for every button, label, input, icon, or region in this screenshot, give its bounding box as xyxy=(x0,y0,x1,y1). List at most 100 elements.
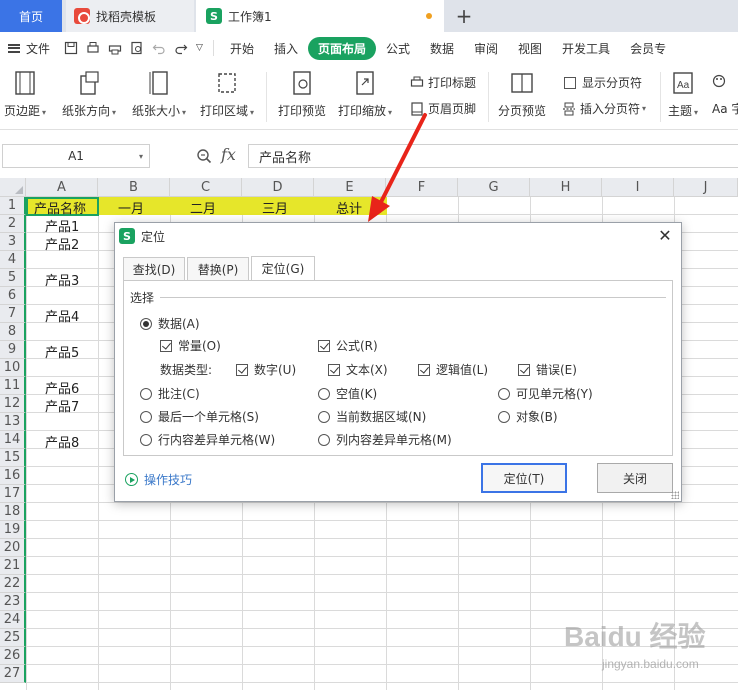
option-comments[interactable]: 批注(C) xyxy=(140,385,200,402)
row-header-10[interactable]: 10 xyxy=(0,359,26,377)
row-header-3[interactable]: 3 xyxy=(0,233,26,251)
row-header-21[interactable]: 21 xyxy=(0,557,26,575)
show-page-breaks-checkbox[interactable]: 显示分页符 xyxy=(564,74,642,91)
option-column-differences[interactable]: 列内容差异单元格(M) xyxy=(318,431,452,448)
row-header-7[interactable]: 7 xyxy=(0,305,26,323)
check-constants[interactable] xyxy=(160,339,172,352)
print-area-button[interactable]: 打印区域 ▾ xyxy=(200,70,254,119)
column-header-a[interactable]: A xyxy=(26,178,98,197)
row-header-17[interactable]: 17 xyxy=(0,485,26,503)
check-formulas[interactable] xyxy=(318,339,330,352)
option-constants[interactable]: 常量(O) xyxy=(160,337,221,354)
row-header-4[interactable]: 4 xyxy=(0,251,26,269)
page-size-button[interactable]: 纸张大小 ▾ xyxy=(132,70,186,119)
show-page-breaks-check[interactable] xyxy=(564,76,576,89)
check-logical[interactable] xyxy=(418,363,430,376)
row-header-22[interactable]: 22 xyxy=(0,575,26,593)
row-header-14[interactable]: 14 xyxy=(0,431,26,449)
option-visible-cells[interactable]: 可见单元格(Y) xyxy=(498,385,593,402)
orientation-button[interactable]: 纸张方向 ▾ xyxy=(62,70,116,119)
page-break-preview-button[interactable]: 分页预览 xyxy=(498,70,546,119)
print-preview-icon[interactable] xyxy=(130,41,144,55)
column-header-i[interactable]: I xyxy=(602,178,674,197)
colors-button[interactable] xyxy=(712,74,730,88)
tab-replace[interactable]: 替换(P) xyxy=(187,257,249,281)
save-icon[interactable] xyxy=(64,41,78,55)
tips-link[interactable]: 操作技巧 xyxy=(125,471,192,488)
option-current-region[interactable]: 当前数据区域(N) xyxy=(318,408,426,425)
row-header-15[interactable]: 15 xyxy=(0,449,26,467)
radio-current-region[interactable] xyxy=(318,410,330,423)
option-row-differences[interactable]: 行内容差异单元格(W) xyxy=(140,431,275,448)
row-header-20[interactable]: 20 xyxy=(0,539,26,557)
theme-button[interactable]: Aa 主题 ▾ xyxy=(668,70,698,119)
radio-objects[interactable] xyxy=(498,410,510,423)
option-blanks[interactable]: 空值(K) xyxy=(318,385,377,402)
name-box-dropdown-icon[interactable]: ▾ xyxy=(139,152,143,161)
row-header-23[interactable]: 23 xyxy=(0,593,26,611)
check-error[interactable] xyxy=(518,363,530,376)
dialog-close-icon[interactable]: ✕ xyxy=(655,225,675,245)
option-objects[interactable]: 对象(B) xyxy=(498,408,558,425)
file-menu[interactable]: 文件 xyxy=(0,40,60,57)
goto-button[interactable]: 定位(T) xyxy=(481,463,567,493)
column-header-j[interactable]: J xyxy=(674,178,738,197)
tab-home[interactable]: 首页 xyxy=(0,0,62,32)
row-header-11[interactable]: 11 xyxy=(0,377,26,395)
row-header-27[interactable]: 27 xyxy=(0,665,26,683)
menu-insert[interactable]: 插入 xyxy=(264,40,308,57)
row-header-2[interactable]: 2 xyxy=(0,215,26,233)
row-header-8[interactable]: 8 xyxy=(0,323,26,341)
option-number[interactable]: 数字(U) xyxy=(236,361,296,378)
row-header-1[interactable]: 1 xyxy=(0,197,26,215)
print-titles-button[interactable]: 打印标题 xyxy=(410,74,476,91)
tab-goto[interactable]: 定位(G) xyxy=(251,256,315,281)
option-text[interactable]: 文本(X) xyxy=(328,361,388,378)
column-header-g[interactable]: G xyxy=(458,178,530,197)
column-header-d[interactable]: D xyxy=(242,178,314,197)
row-header-13[interactable]: 13 xyxy=(0,413,26,431)
undo-icon[interactable] xyxy=(152,41,166,55)
radio-visible-cells[interactable] xyxy=(498,387,510,400)
row-header-18[interactable]: 18 xyxy=(0,503,26,521)
close-button[interactable]: 关闭 xyxy=(597,463,673,493)
print-icon[interactable] xyxy=(108,41,122,55)
print-export-icon[interactable] xyxy=(86,41,100,55)
menu-formulas[interactable]: 公式 xyxy=(376,40,420,57)
row-header-26[interactable]: 26 xyxy=(0,647,26,665)
fonts-button[interactable]: Aa 字 xyxy=(712,100,738,117)
menu-page-layout[interactable]: 页面布局 xyxy=(307,36,376,60)
option-error[interactable]: 错误(E) xyxy=(518,361,577,378)
row-header-16[interactable]: 16 xyxy=(0,467,26,485)
resize-grip-icon[interactable] xyxy=(671,491,679,499)
check-number[interactable] xyxy=(236,363,248,376)
dialog-titlebar[interactable]: S 定位 xyxy=(115,223,681,249)
row-header-9[interactable]: 9 xyxy=(0,341,26,359)
redo-icon[interactable] xyxy=(174,41,188,55)
formula-input[interactable]: 产品名称 xyxy=(248,144,738,168)
zoom-search-icon[interactable] xyxy=(196,148,212,164)
row-header-5[interactable]: 5 xyxy=(0,269,26,287)
menu-data[interactable]: 数据 xyxy=(420,40,464,57)
radio-blanks[interactable] xyxy=(318,387,330,400)
menu-review[interactable]: 审阅 xyxy=(464,40,508,57)
column-header-c[interactable]: C xyxy=(170,178,242,197)
check-text[interactable] xyxy=(328,363,340,376)
margins-button[interactable]: 页边距 ▾ xyxy=(4,70,46,119)
row-header-19[interactable]: 19 xyxy=(0,521,26,539)
menu-member[interactable]: 会员专 xyxy=(620,40,676,57)
column-header-b[interactable]: B xyxy=(98,178,170,197)
radio-data[interactable] xyxy=(140,317,152,330)
option-data[interactable]: 数据(A) xyxy=(140,315,200,332)
radio-column-differences[interactable] xyxy=(318,433,330,446)
insert-page-break-button[interactable]: 插入分页符 ▾ xyxy=(562,100,646,117)
radio-comments[interactable] xyxy=(140,387,152,400)
menu-developer[interactable]: 开发工具 xyxy=(552,40,620,57)
name-box[interactable]: A1 ▾ xyxy=(2,144,150,168)
radio-row-differences[interactable] xyxy=(140,433,152,446)
print-preview-button[interactable]: 打印预览 xyxy=(278,70,326,119)
radio-last-cell[interactable] xyxy=(140,410,152,423)
new-tab-button[interactable]: + xyxy=(450,0,478,32)
tab-find[interactable]: 查找(D) xyxy=(123,257,185,281)
tab-workbook[interactable]: S 工作簿1 xyxy=(196,0,444,32)
